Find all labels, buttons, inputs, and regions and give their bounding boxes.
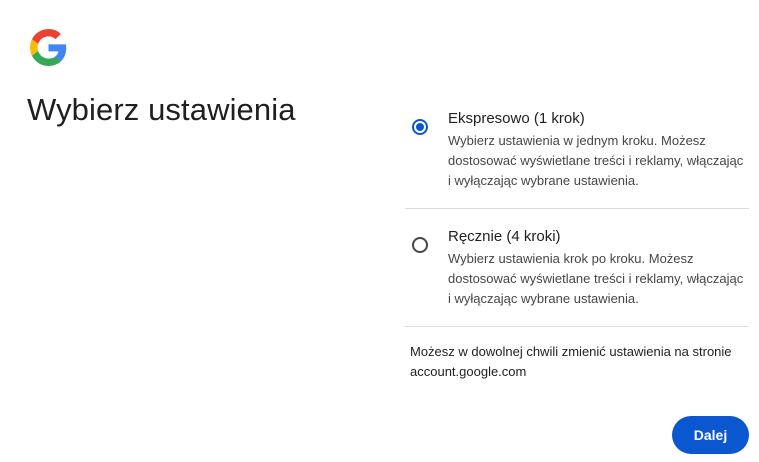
option-manual[interactable]: Ręcznie (4 kroki) Wybierz ustawienia kro…: [405, 209, 749, 327]
page-title: Wybierz ustawienia: [27, 92, 296, 127]
option-manual-description: Wybierz ustawienia krok po kroku. Możesz…: [448, 251, 744, 306]
option-express-description: Wybierz ustawienia w jednym kroku. Możes…: [448, 133, 744, 188]
settings-change-note: Możesz w dowolnej chwili zmienić ustawie…: [410, 344, 732, 379]
next-button[interactable]: Dalej: [672, 416, 749, 454]
radio-express[interactable]: [412, 119, 428, 135]
radio-manual[interactable]: [412, 237, 428, 253]
option-express-title: Ekspresowo (1 krok): [448, 110, 585, 127]
option-express[interactable]: Ekspresowo (1 krok) Wybierz ustawienia w…: [405, 96, 749, 209]
google-g-logo-icon: [30, 29, 67, 66]
option-manual-title: Ręcznie (4 kroki): [448, 228, 561, 245]
settings-choice-page: Wybierz ustawienia Ekspresowo (1 krok) W…: [0, 0, 759, 462]
setup-options-list: Ekspresowo (1 krok) Wybierz ustawienia w…: [405, 96, 749, 327]
